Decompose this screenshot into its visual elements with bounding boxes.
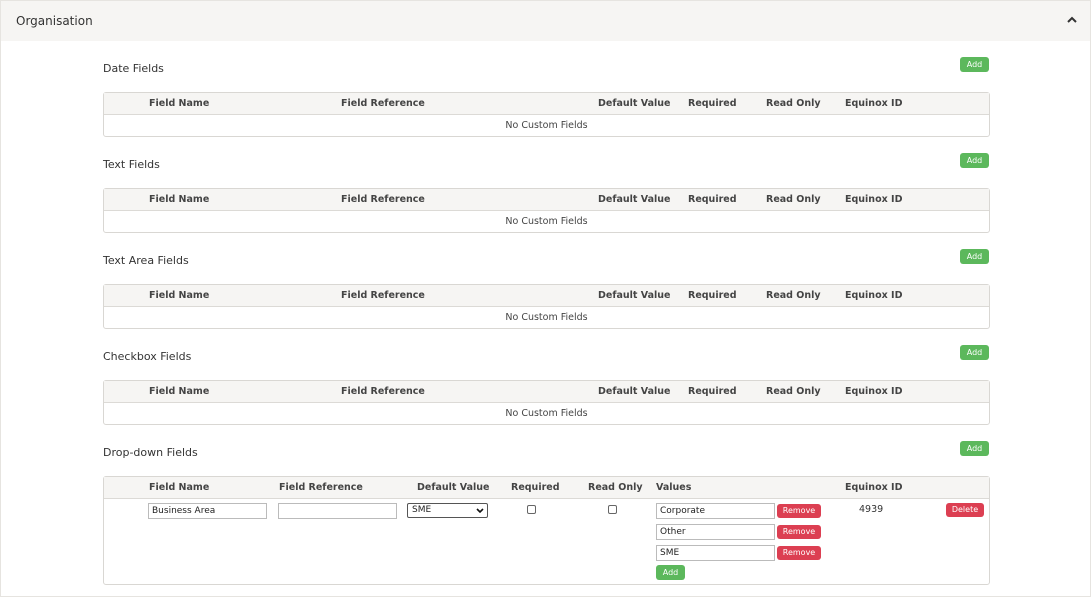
col-read-only: Read Only <box>766 194 821 205</box>
col-default-value: Default Value <box>417 482 490 493</box>
date-fields-title: Date Fields <box>103 62 164 75</box>
field-name-input[interactable]: Business Area <box>148 503 267 519</box>
add-value-button[interactable]: Add <box>656 565 685 580</box>
col-field-reference: Field Reference <box>341 98 425 109</box>
text-fields-table: Field Name Field Reference Default Value… <box>103 188 990 233</box>
col-required: Required <box>688 98 737 109</box>
empty-message: No Custom Fields <box>505 408 588 419</box>
text-fields-title: Text Fields <box>103 158 160 171</box>
required-checkbox[interactable] <box>527 505 536 514</box>
col-field-reference: Field Reference <box>341 290 425 301</box>
table-header: Field Name Field Reference Default Value… <box>104 381 989 403</box>
col-field-reference: Field Reference <box>341 194 425 205</box>
col-default-value: Default Value <box>598 194 671 205</box>
table-header: Field Name Field Reference Default Value… <box>104 93 989 115</box>
remove-value-button[interactable]: Remove <box>777 525 821 539</box>
checkbox-fields-title: Checkbox Fields <box>103 350 192 363</box>
col-equinox-id: Equinox ID <box>845 290 903 301</box>
value-input-sme[interactable]: SME <box>656 545 775 561</box>
col-equinox-id: Equinox ID <box>845 482 903 493</box>
field-reference-input[interactable] <box>278 503 397 519</box>
col-read-only: Read Only <box>766 290 821 301</box>
default-value-select[interactable]: SME <box>407 503 488 518</box>
col-field-name: Field Name <box>149 386 210 397</box>
col-required: Required <box>688 386 737 397</box>
col-equinox-id: Equinox ID <box>845 386 903 397</box>
remove-value-button[interactable]: Remove <box>777 504 821 518</box>
add-textarea-field-button[interactable]: Add <box>960 249 989 264</box>
table-header: Field Name Field Reference Default Value… <box>104 285 989 307</box>
col-values: Values <box>656 482 692 493</box>
col-required: Required <box>511 482 560 493</box>
col-equinox-id: Equinox ID <box>845 98 903 109</box>
remove-value-button[interactable]: Remove <box>777 546 821 560</box>
add-dropdown-field-button[interactable]: Add <box>960 441 989 456</box>
panel-title: Organisation <box>16 14 93 28</box>
delete-row-button[interactable]: Delete <box>946 503 984 517</box>
col-field-name: Field Name <box>149 98 210 109</box>
panel-header[interactable]: Organisation <box>1 0 1090 41</box>
col-required: Required <box>688 290 737 301</box>
textarea-fields-title: Text Area Fields <box>103 254 189 267</box>
default-value-selected: SME <box>412 505 432 515</box>
equinox-id-value: 4939 <box>859 504 884 515</box>
col-default-value: Default Value <box>598 290 671 301</box>
empty-message: No Custom Fields <box>505 120 588 131</box>
col-field-name: Field Name <box>149 482 210 493</box>
col-field-reference: Field Reference <box>341 386 425 397</box>
col-read-only: Read Only <box>766 98 821 109</box>
dropdown-fields-table: Field Name Field Reference Default Value… <box>103 476 990 585</box>
col-default-value: Default Value <box>598 98 671 109</box>
empty-message: No Custom Fields <box>505 216 588 227</box>
value-input-corporate[interactable]: Corporate <box>656 503 775 519</box>
textarea-fields-table: Field Name Field Reference Default Value… <box>103 284 990 329</box>
empty-message: No Custom Fields <box>505 312 588 323</box>
add-date-field-button[interactable]: Add <box>960 57 989 72</box>
table-header: Field Name Field Reference Default Value… <box>104 477 989 499</box>
chevron-down-icon <box>476 508 484 514</box>
col-equinox-id: Equinox ID <box>845 194 903 205</box>
col-field-name: Field Name <box>149 290 210 301</box>
add-text-field-button[interactable]: Add <box>960 153 989 168</box>
chevron-up-icon[interactable] <box>1065 13 1079 27</box>
col-field-name: Field Name <box>149 194 210 205</box>
table-header: Field Name Field Reference Default Value… <box>104 189 989 211</box>
value-input-other[interactable]: Other <box>656 524 775 540</box>
date-fields-table: Field Name Field Reference Default Value… <box>103 92 990 137</box>
col-read-only: Read Only <box>766 386 821 397</box>
checkbox-fields-table: Field Name Field Reference Default Value… <box>103 380 990 425</box>
col-required: Required <box>688 194 737 205</box>
col-read-only: Read Only <box>588 482 643 493</box>
organisation-panel: Organisation Date Fields Add Field Name … <box>0 0 1091 597</box>
add-checkbox-field-button[interactable]: Add <box>960 345 989 360</box>
col-field-reference: Field Reference <box>279 482 363 493</box>
read-only-checkbox[interactable] <box>608 505 617 514</box>
col-default-value: Default Value <box>598 386 671 397</box>
dropdown-fields-title: Drop-down Fields <box>103 446 198 459</box>
